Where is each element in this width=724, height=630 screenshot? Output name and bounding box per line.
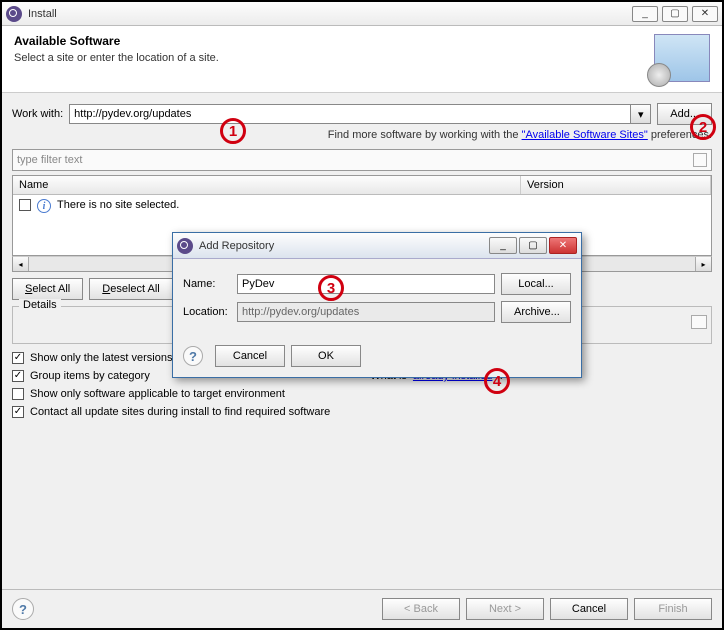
filter-clear-icon[interactable] (693, 153, 707, 167)
maximize-button[interactable]: ▢ (662, 6, 688, 22)
eclipse-icon (177, 238, 193, 254)
location-input[interactable] (237, 302, 495, 322)
dialog-minimize-button[interactable]: _ (489, 237, 517, 254)
add-button[interactable]: Add... (657, 103, 712, 125)
hint-text: Find more software by working with the "… (12, 129, 712, 141)
empty-message: There is no site selected. (57, 199, 179, 211)
add-repository-dialog: Add Repository _ ▢ ✕ Name: Local... Loca… (172, 232, 582, 378)
filter-input[interactable]: type filter text (12, 149, 712, 171)
wizard-footer: ? < Back Next > Cancel Finish (2, 589, 722, 628)
chk-group[interactable] (12, 370, 24, 382)
install-banner-icon (654, 34, 710, 82)
archive-button[interactable]: Archive... (501, 301, 571, 323)
banner-sub: Select a site or enter the location of a… (14, 52, 654, 64)
back-button[interactable]: < Back (382, 598, 460, 620)
col-version[interactable]: Version (521, 176, 711, 194)
finish-button[interactable]: Finish (634, 598, 712, 620)
dialog-titlebar[interactable]: Add Repository _ ▢ ✕ (173, 233, 581, 259)
banner-heading: Available Software (14, 34, 654, 48)
titlebar[interactable]: Install _ ▢ ✕ (2, 2, 722, 26)
deselect-all-button[interactable]: Deselect All (89, 278, 172, 300)
dialog-help-button[interactable]: ? (183, 346, 203, 366)
install-window: Install _ ▢ ✕ Available Software Select … (0, 0, 724, 630)
name-input[interactable] (237, 274, 495, 294)
info-icon: i (37, 199, 51, 213)
workwith-label: Work with: (12, 108, 63, 120)
dialog-cancel-button[interactable]: Cancel (215, 345, 285, 367)
minimize-button[interactable]: _ (632, 6, 658, 22)
workwith-input[interactable] (69, 104, 631, 124)
workwith-dropdown-button[interactable]: ▾ (631, 104, 651, 124)
chk-contact[interactable] (12, 406, 24, 418)
dialog-maximize-button[interactable]: ▢ (519, 237, 547, 254)
scroll-right-icon[interactable]: ▸ (695, 257, 711, 271)
dialog-close-button[interactable]: ✕ (549, 237, 577, 254)
name-label: Name: (183, 278, 231, 290)
scroll-left-icon[interactable]: ◂ (13, 257, 29, 271)
cancel-button[interactable]: Cancel (550, 598, 628, 620)
details-expand-icon[interactable] (691, 315, 707, 329)
close-button[interactable]: ✕ (692, 6, 718, 22)
eclipse-icon (6, 6, 22, 22)
location-label: Location: (183, 306, 231, 318)
local-button[interactable]: Local... (501, 273, 571, 295)
row-checkbox[interactable] (19, 199, 31, 211)
chk-latest[interactable] (12, 352, 24, 364)
available-sites-link[interactable]: "Available Software Sites" (522, 129, 648, 141)
dialog-ok-button[interactable]: OK (291, 345, 361, 367)
dialog-title: Add Repository (199, 240, 489, 252)
col-name[interactable]: Name (13, 176, 521, 194)
next-button[interactable]: Next > (466, 598, 544, 620)
help-button[interactable]: ? (12, 598, 34, 620)
chk-applicable[interactable] (12, 388, 24, 400)
window-title: Install (28, 8, 632, 20)
workwith-combo[interactable]: ▾ (69, 104, 651, 124)
select-all-button[interactable]: SSelect Allelect All (12, 278, 83, 300)
details-label: Details (19, 299, 61, 311)
banner: Available Software Select a site or ente… (2, 26, 722, 93)
